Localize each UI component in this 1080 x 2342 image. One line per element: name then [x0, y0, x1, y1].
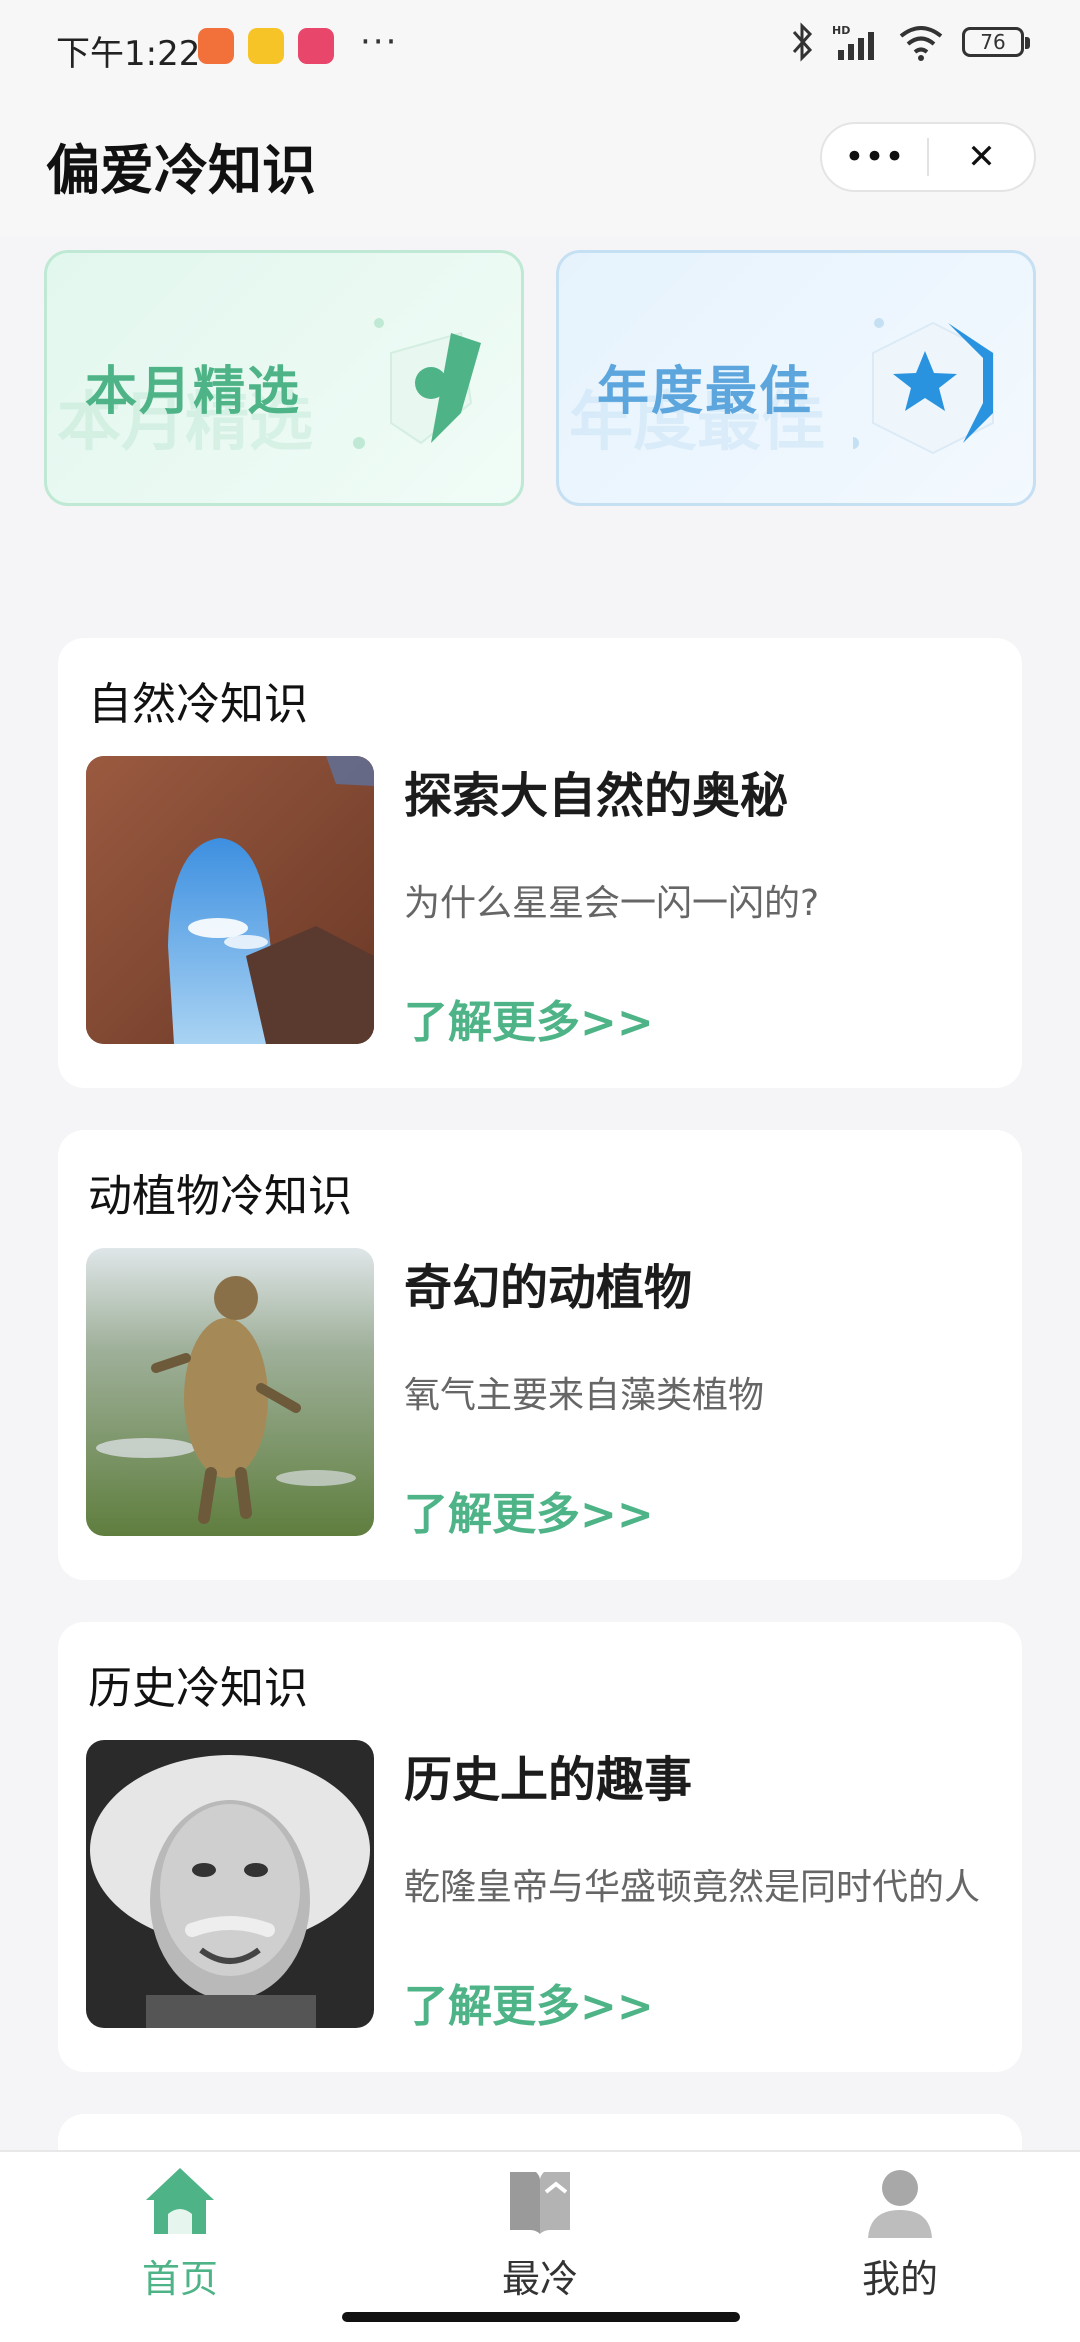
battery-level: 76 [980, 30, 1006, 54]
svg-text:HD: HD [832, 24, 850, 37]
tab-home[interactable]: 首页 [80, 2162, 280, 2312]
card-description: 乾隆皇帝与华盛顿竟然是同时代的人 [404, 1867, 981, 1908]
card-category: 自然冷知识 [88, 679, 308, 730]
content-card[interactable]: 历史冷知识 历史上的趣事 乾隆皇帝与华盛顿竟然是同时代的人 了解更多>> [58, 1622, 1022, 2072]
tab-coldest-label: 最冷 [501, 2257, 578, 2301]
card-title: 奇幻的动植物 [404, 1260, 693, 1316]
status-time: 下午1:22 [56, 34, 201, 74]
battery-icon: 76 [962, 27, 1030, 57]
more-menu-button[interactable]: ••• [822, 124, 927, 190]
xiaomi-app-icon [198, 28, 234, 64]
card-title: 探索大自然的奥秘 [404, 768, 789, 824]
bluetooth-icon [792, 22, 813, 62]
monthly-picks-tile[interactable]: 本月精选 本月精选 [44, 250, 524, 506]
tab-coldest[interactable]: 最冷 [440, 2162, 640, 2312]
home-indicator [342, 2312, 740, 2322]
card-description: 为什么星星会一闪一闪的? [404, 883, 820, 924]
close-icon: ✕ [967, 137, 996, 177]
portrait-image [86, 1740, 374, 2028]
rock-arch-image [86, 756, 374, 1044]
learn-more-link[interactable]: 了解更多>> [404, 986, 654, 1050]
card-category: 历史冷知识 [88, 1663, 308, 1714]
annual-best-label: 年度最佳 [597, 362, 814, 422]
miniprogram-capsule: ••• ✕ [820, 122, 1036, 192]
close-button[interactable]: ✕ [929, 124, 1034, 190]
card-description: 氧气主要来自藻类植物 [404, 1375, 765, 1416]
annual-best-tile[interactable]: 年度最佳 年度最佳 [556, 250, 1036, 506]
learn-more-link[interactable]: 了解更多>> [404, 1478, 654, 1542]
user-icon [868, 2170, 932, 2238]
signal-icon: HD [832, 24, 874, 60]
status-bar: 下午1:22 ··· HD 76 [0, 0, 1080, 96]
page-title: 偏爱冷知识 [46, 139, 316, 202]
tab-home-label: 首页 [141, 2257, 218, 2301]
content-card[interactable]: 动植物冷知识 奇幻的动植物 氧气主要来自藻类植物 了解更多>> [58, 1130, 1022, 1580]
header: 偏爱冷知识 ••• ✕ [0, 96, 1080, 236]
card-title: 历史上的趣事 [404, 1752, 693, 1808]
star-icon [853, 318, 994, 455]
tag-icon [353, 318, 481, 449]
home-icon [146, 2168, 214, 2234]
content-card[interactable]: 自然冷知识 探索大自然的奥秘 为什么星星会一闪一闪的? 了解更多>> [58, 638, 1022, 1088]
tab-mine[interactable]: 我的 [800, 2162, 1000, 2312]
wifi-icon [899, 26, 943, 61]
more-icon: ••• [844, 137, 905, 177]
card-category: 动植物冷知识 [88, 1171, 352, 1222]
monthly-picks-label: 本月精选 [85, 362, 302, 422]
learn-more-link[interactable]: 了解更多>> [404, 1970, 654, 2034]
chat-app-icon [248, 28, 284, 64]
marmot-image [86, 1248, 374, 1536]
tab-mine-label: 我的 [861, 2257, 938, 2301]
video-app-icon [298, 28, 334, 64]
more-notifications-icon: ··· [360, 22, 399, 62]
book-icon [510, 2172, 570, 2234]
